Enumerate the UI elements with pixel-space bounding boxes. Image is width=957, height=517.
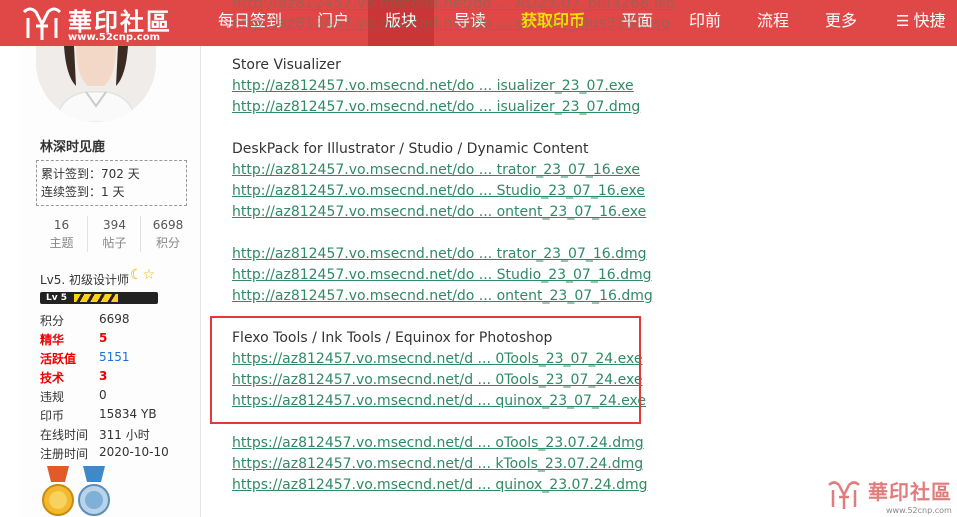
nav-item-get-coins[interactable]: 获取印币 [506, 0, 600, 46]
post-content: Store Visualizer http://az812457.vo.msec… [232, 46, 932, 517]
highlight-box [210, 316, 641, 424]
nav-item-graphic[interactable]: 平面 [604, 0, 670, 46]
nav-item-forums[interactable]: 版块 [368, 0, 434, 46]
stat-points[interactable]: 6698 积分 [142, 216, 194, 252]
level-badge: Lv 5 [46, 293, 67, 303]
nav-item-daily-checkin[interactable]: 每日签到 [206, 0, 294, 46]
profile-info-key: 活跃值 [40, 352, 77, 366]
profile-info-value: 2020-10-10 [99, 445, 169, 459]
download-link[interactable]: http://az812457.vo.msecnd.net/do ... tra… [232, 246, 647, 262]
block-title: DeskPack for Illustrator / Studio / Dyna… [232, 141, 589, 157]
download-link[interactable]: http://az812457.vo.msecnd.net/do ... isu… [232, 99, 640, 115]
user-profile-sidebar: 林深时见鹿 累计签到：702 天 连续签到：1 天 16 主题 394 帖子 669… [20, 46, 201, 517]
nav-item-workflow[interactable]: 流程 [740, 0, 806, 46]
checkin-summary: 累计签到：702 天 连续签到：1 天 [36, 160, 187, 206]
download-link[interactable]: http://az812457.vo.msecnd.net/do ... ont… [232, 288, 653, 304]
download-link[interactable]: http://az812457.vo.msecnd.net/do ... ont… [232, 204, 646, 220]
nav-item-more[interactable]: 更多 [808, 0, 874, 46]
download-link[interactable]: https://az812457.vo.msecnd.net/d ... qui… [232, 477, 648, 493]
download-link[interactable]: http://az812457.vo.msecnd.net/do ... tra… [232, 162, 640, 178]
nav-item-shortcuts[interactable]: ☰ 快捷 [896, 0, 957, 46]
profile-info-value: 5 [99, 331, 108, 345]
avatar[interactable] [36, 46, 156, 122]
watermark-text: 華印社區 [868, 480, 952, 504]
stat-posts[interactable]: 394 帖子 [89, 216, 141, 252]
moon-icon: ☾ [130, 267, 143, 283]
profile-info-key: 在线时间 [40, 428, 89, 442]
menu-icon: ☰ [896, 12, 910, 30]
profile-info-key: 印币 [40, 409, 65, 423]
site-watermark: 華印社區 www.52cnp.com [826, 476, 957, 517]
level-icons: ☾☆ [130, 267, 155, 283]
profile-info-key: 注册时间 [40, 447, 89, 461]
top-nav-bar: 華印社區 www.52cnp.com 每日签到 门户 版块 导读 获取印币 平面… [0, 0, 957, 46]
profile-info-key: 技术 [40, 371, 65, 385]
site-logo[interactable]: 華印社區 www.52cnp.com [20, 2, 190, 44]
avatar-image [36, 46, 156, 122]
star-icon: ☆ [142, 267, 156, 283]
level-progress-fill [74, 294, 118, 302]
medal-icon[interactable] [77, 466, 111, 517]
checkin-total-row: 累计签到：702 天 [41, 167, 140, 181]
nav-item-guide[interactable]: 导读 [437, 0, 503, 46]
logo-url: www.52cnp.com [68, 32, 161, 43]
download-link[interactable]: http://az812457.vo.msecnd.net/do ... isu… [232, 78, 634, 94]
download-link[interactable]: https://az812457.vo.msecnd.net/d ... kTo… [232, 456, 643, 472]
profile-info-value: 311 小时 [99, 428, 150, 442]
checkin-streak-row: 连续签到：1 天 [41, 185, 125, 199]
stat-topics[interactable]: 16 主题 [36, 216, 88, 252]
profile-info-value: 3 [99, 369, 108, 383]
profile-info-key: 精华 [40, 333, 65, 347]
profile-info-key: 积分 [40, 314, 65, 328]
profile-info-value: 5151 [99, 350, 130, 364]
profile-info-value: 6698 [99, 312, 130, 326]
download-link[interactable]: http://az812457.vo.msecnd.net/do ... Stu… [232, 267, 652, 283]
username[interactable]: 林深时见鹿 [40, 136, 105, 155]
logo-mark-icon [828, 481, 860, 509]
download-link[interactable]: http://az812457.vo.msecnd.net/do ... Stu… [232, 183, 645, 199]
nav-item-prepress[interactable]: 印前 [672, 0, 738, 46]
logo-mark-icon [22, 7, 62, 40]
nav-item-portal[interactable]: 门户 [300, 0, 366, 46]
watermark-url: www.52cnp.com [886, 506, 952, 515]
level-progress-bar: Lv 5 [40, 292, 158, 304]
download-link[interactable]: https://az812457.vo.msecnd.net/d ... oTo… [232, 435, 644, 451]
medal-icon[interactable] [41, 466, 75, 517]
profile-info-value: 0 [99, 388, 107, 402]
block-title: Store Visualizer [232, 57, 341, 73]
profile-info-value: 15834 YB [99, 407, 157, 421]
profile-info-key: 违规 [40, 390, 65, 404]
user-level: Lv5. 初级设计师 [40, 273, 130, 287]
user-stats: 16 主题 394 帖子 6698 积分 [36, 216, 196, 256]
